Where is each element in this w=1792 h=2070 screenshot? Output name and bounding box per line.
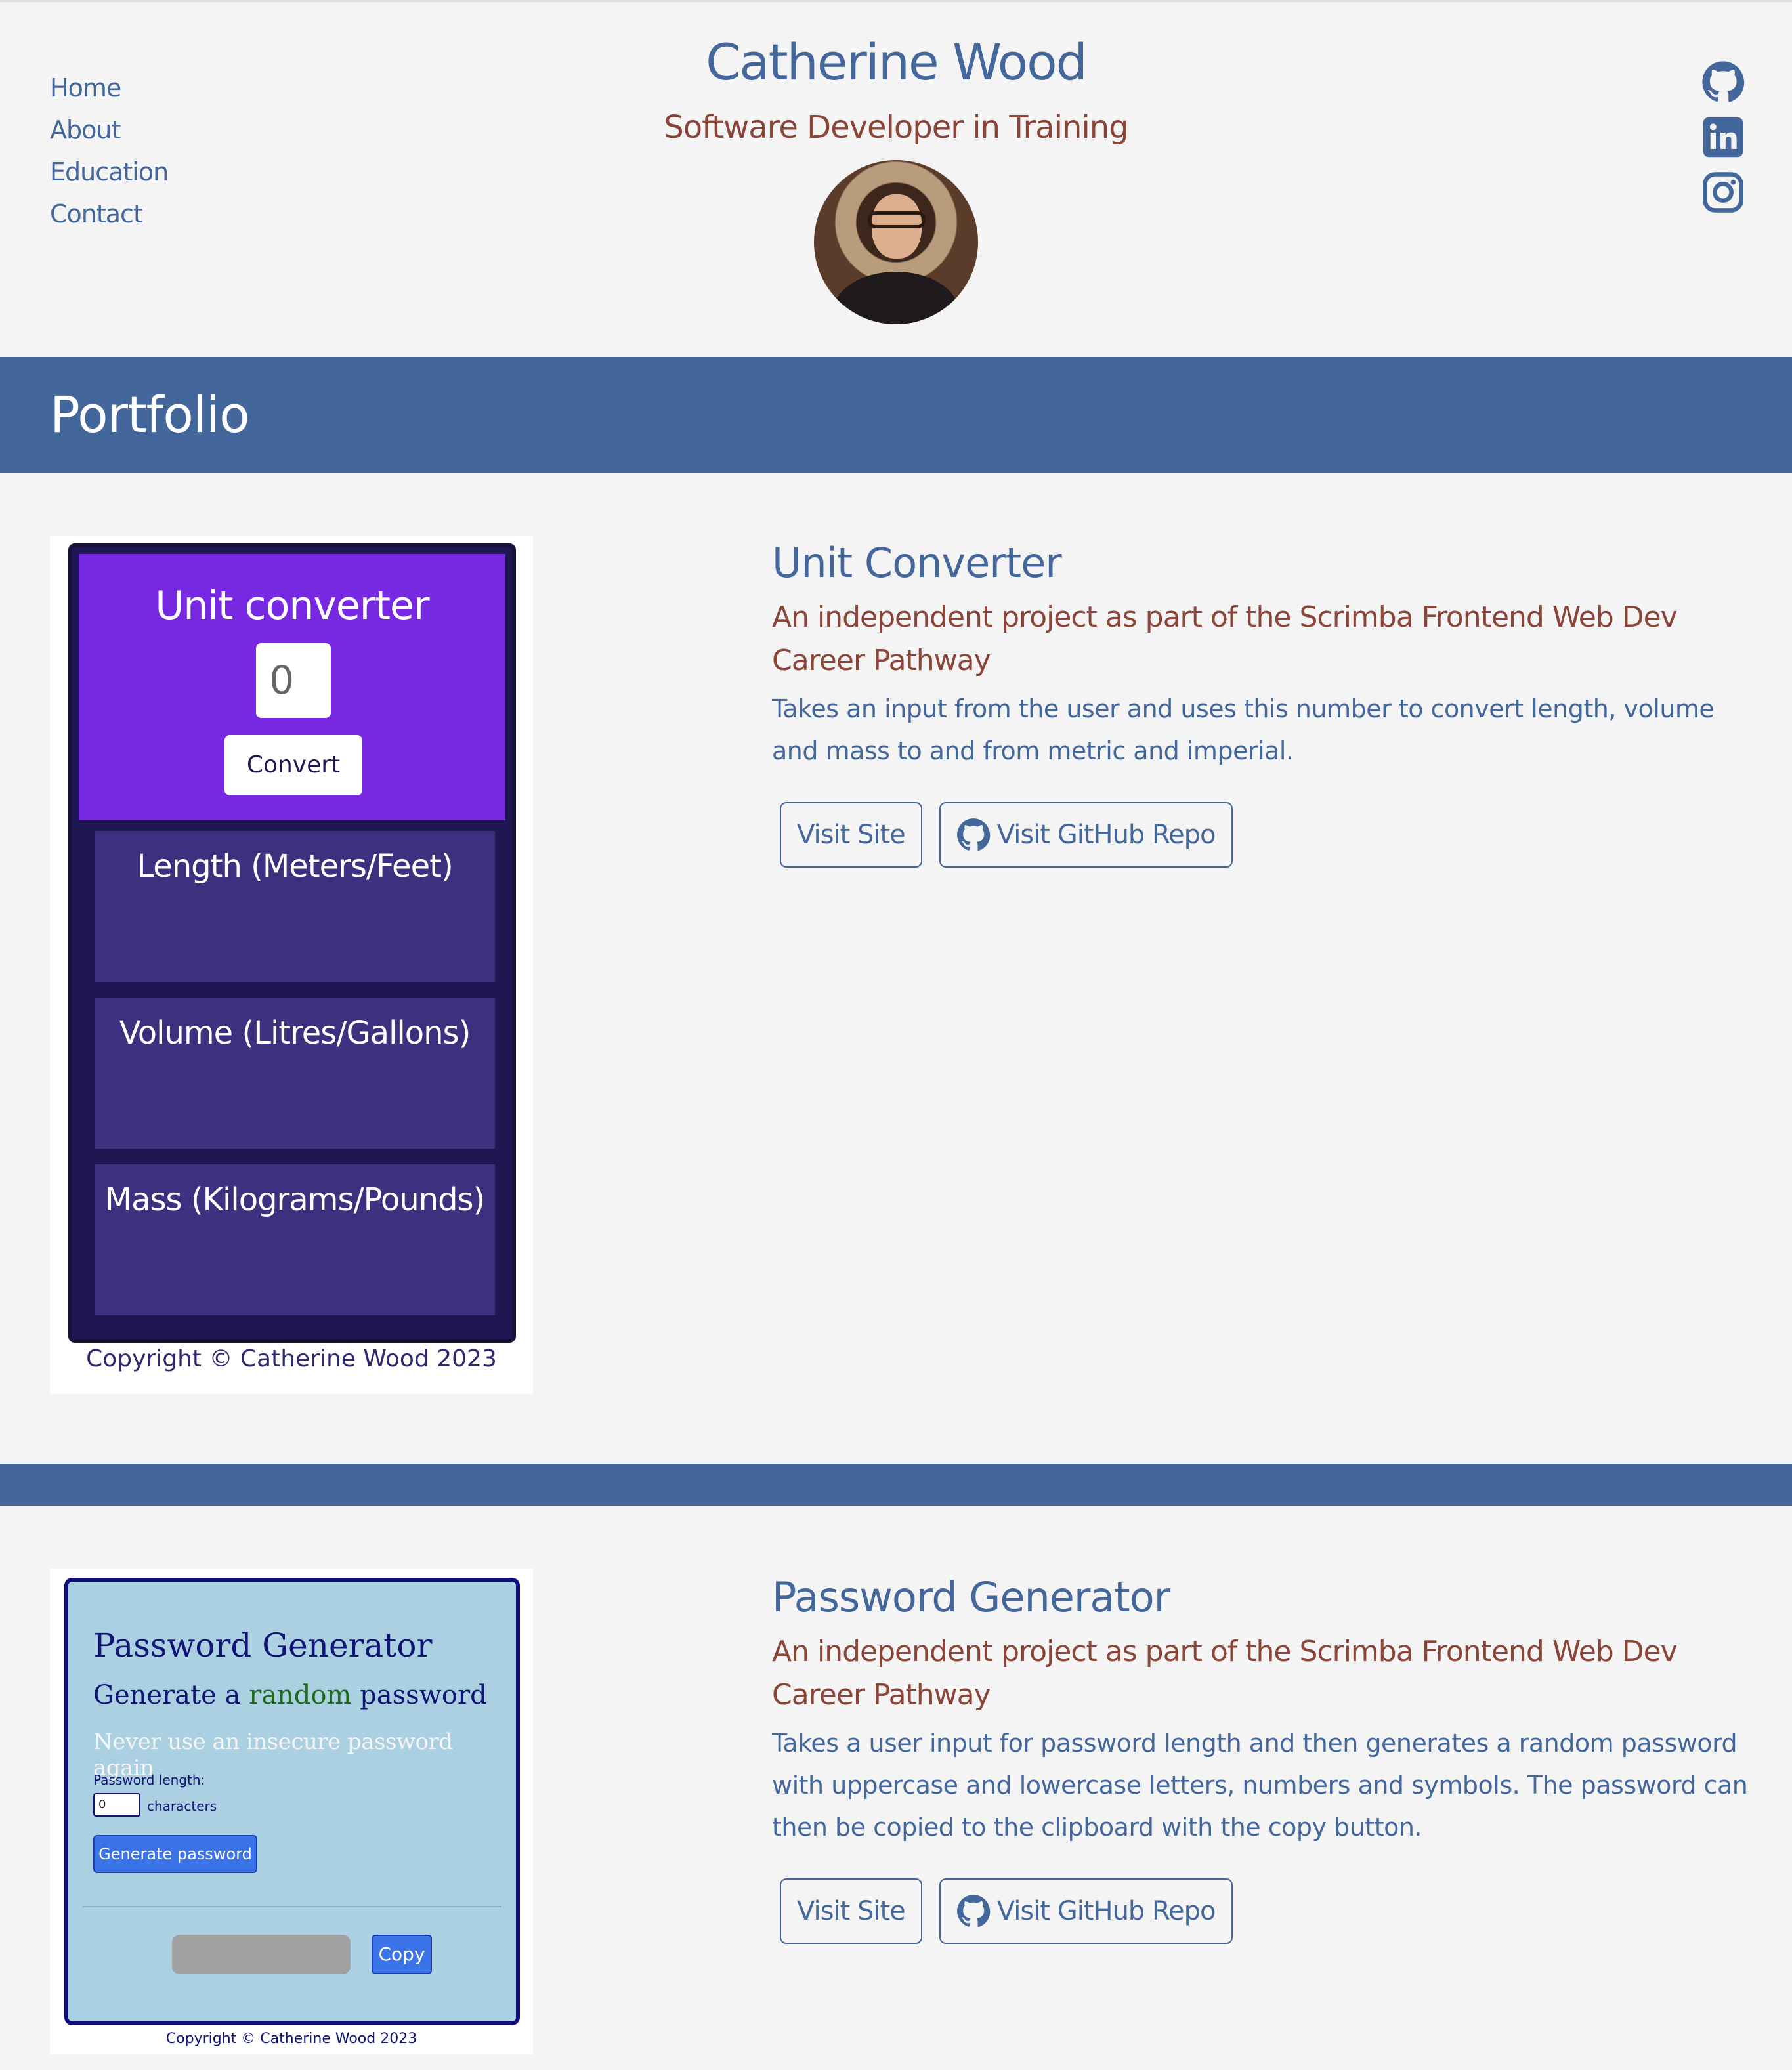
uc-copyright: Copyright © Catherine Wood 2023 (86, 1345, 497, 1372)
visit-site-button[interactable]: Visit Site (780, 1878, 922, 1944)
github-icon (956, 818, 991, 851)
visit-site-button[interactable]: Visit Site (780, 802, 922, 868)
project-subtitle: An independent project as part of the Sc… (772, 1635, 1678, 1712)
uc-convert-button: Convert (224, 735, 362, 795)
project-unit-converter: Unit Converter An independent project as… (772, 537, 1757, 868)
visit-site-label: Visit Site (797, 820, 906, 850)
portfolio-heading: Portfolio (50, 385, 250, 444)
visit-repo-label: Visit GitHub Repo (996, 820, 1216, 850)
social-links (1701, 60, 1745, 226)
uc-title: Unit converter (155, 583, 429, 629)
site-tagline: Software Developer in Training (664, 109, 1128, 146)
project-buttons: Visit Site Visit GitHub Repo (780, 1878, 1757, 1944)
portfolio-header-bar: Portfolio (0, 357, 1792, 473)
pg-length-label: Password length: (93, 1772, 205, 1788)
visit-repo-button[interactable]: Visit GitHub Repo (939, 1878, 1233, 1944)
project-title: Password Generator (772, 1573, 1170, 1621)
unit-converter-preview: Unit converter 0 Convert Length (Meters/… (68, 543, 516, 1343)
uc-mass-card: Mass (Kilograms/Pounds) (95, 1164, 495, 1315)
visit-repo-label: Visit GitHub Repo (996, 1896, 1216, 1926)
section-divider (0, 1464, 1792, 1506)
uc-volume-card: Volume (Litres/Gallons) (95, 998, 495, 1149)
project-password-generator: Password Generator An independent projec… (772, 1571, 1757, 1944)
project-subtitle: An independent project as part of the Sc… (772, 601, 1678, 677)
password-generator-preview: Password Generator Generate a random pas… (64, 1578, 520, 2025)
github-icon[interactable] (1701, 60, 1745, 104)
project-buttons: Visit Site Visit GitHub Repo (780, 802, 1757, 868)
pg-divider (83, 1906, 501, 1907)
top-border (0, 0, 1792, 2)
nav-education[interactable]: Education (50, 151, 169, 193)
pg-characters-label: characters (147, 1798, 217, 1814)
nav-contact[interactable]: Contact (50, 193, 168, 235)
project-title: Unit Converter (772, 539, 1062, 587)
visit-repo-button[interactable]: Visit GitHub Repo (939, 802, 1233, 868)
avatar (814, 160, 978, 324)
instagram-icon[interactable] (1701, 171, 1745, 214)
pg-generate-button: Generate password (93, 1835, 257, 1873)
pg-length-input: 0 (93, 1793, 140, 1817)
pg-sub-highlight: random (249, 1680, 352, 1710)
project-description: Takes an input from the user and uses th… (772, 694, 1715, 765)
avatar-body (834, 272, 958, 324)
pg-sub-post: password (360, 1680, 487, 1710)
uc-number-input: 0 (256, 643, 331, 718)
pg-copyright: Copyright © Catherine Wood 2023 (165, 2031, 417, 2047)
avatar-glasses (868, 211, 926, 228)
pg-title: Password Generator (93, 1626, 433, 1664)
pg-subtitle: Generate a random password (93, 1680, 487, 1710)
pg-output-field (172, 1935, 351, 1974)
visit-site-label: Visit Site (797, 1896, 906, 1926)
pg-sub-pre: Generate a (93, 1680, 241, 1710)
project-description: Takes a user input for password length a… (772, 1729, 1748, 1842)
main-nav: Home About Education Contact (50, 67, 169, 235)
pg-copy-button: Copy (372, 1935, 432, 1974)
site-title: Catherine Wood (706, 33, 1088, 91)
github-icon (956, 1895, 991, 1928)
linkedin-icon[interactable] (1701, 116, 1745, 159)
uc-length-card: Length (Meters/Feet) (95, 831, 495, 982)
uc-header-panel: Unit converter 0 Convert (79, 554, 505, 820)
